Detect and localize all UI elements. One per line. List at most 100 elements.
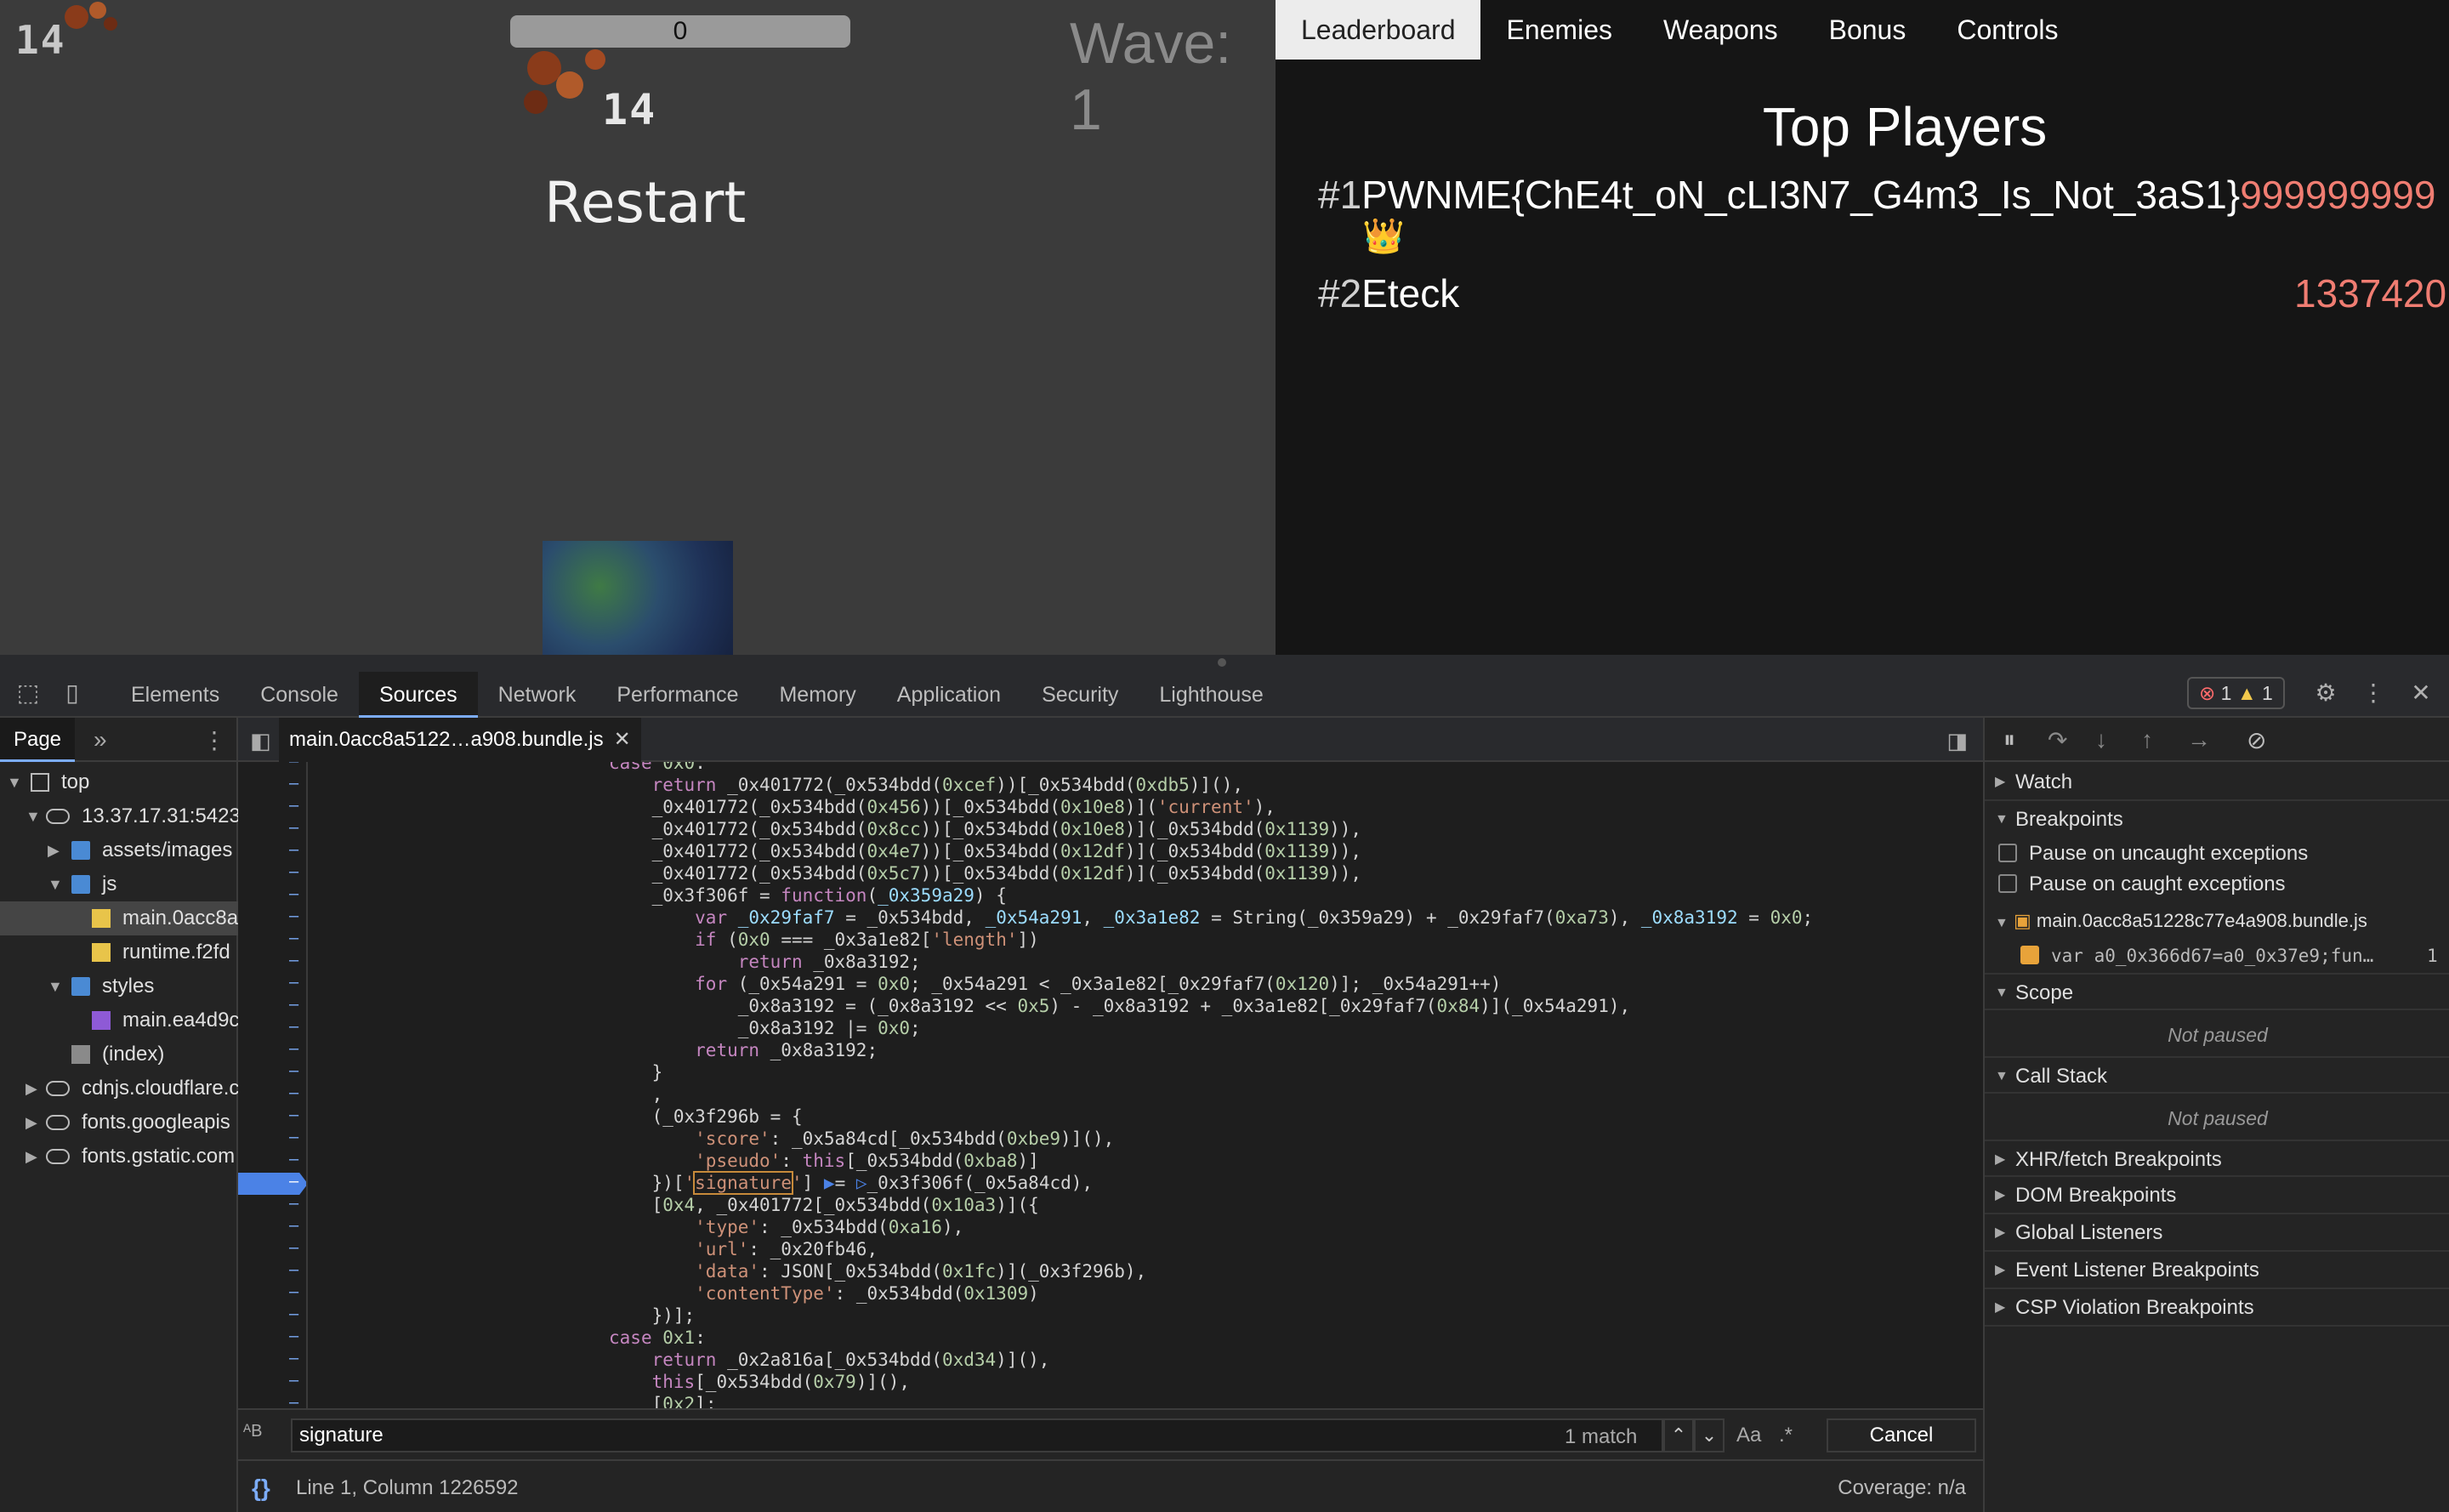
line-marker[interactable]: –	[289, 1017, 298, 1037]
step-over-icon[interactable]: ↷	[2048, 726, 2067, 754]
issues-badge[interactable]: ⊗ 1 ▲ 1	[2187, 677, 2285, 709]
line-marker[interactable]: –	[289, 818, 298, 838]
tree-item-top[interactable]: ▼ top	[0, 765, 238, 799]
tree-item-runtime-js[interactable]: runtime.f2fd	[0, 935, 238, 969]
kebab-menu-icon[interactable]: ⋮	[2361, 680, 2386, 706]
tab-controls[interactable]: Controls	[1931, 0, 2083, 60]
replace-toggle-icon[interactable]: ᴬB	[243, 1422, 262, 1441]
event-listener-breakpoints-section[interactable]: ▶ Event Listener Breakpoints	[1985, 1252, 2449, 1289]
close-icon[interactable]: ✕	[2408, 680, 2434, 706]
tree-item-host[interactable]: ▼ 13.37.17.31:5423	[0, 799, 238, 833]
line-marker[interactable]: –	[289, 1349, 298, 1368]
search-input[interactable]	[291, 1418, 1663, 1452]
line-marker[interactable]: –	[289, 1083, 298, 1103]
line-marker[interactable]: –	[289, 1172, 298, 1191]
line-marker[interactable]: –	[289, 995, 298, 1015]
resize-handle[interactable]	[1218, 658, 1226, 667]
step-icon[interactable]: →	[2187, 726, 2211, 753]
cancel-button[interactable]: Cancel	[1827, 1418, 1976, 1452]
line-marker[interactable]: –	[289, 840, 298, 860]
tab-security[interactable]: Security	[1021, 672, 1139, 718]
tree-item-gstatic[interactable]: ▶ fonts.gstatic.com	[0, 1140, 238, 1174]
line-marker[interactable]: –	[289, 762, 298, 771]
toggle-navigator-icon[interactable]: ◧	[250, 728, 271, 754]
step-out-icon[interactable]: ↑	[2141, 726, 2153, 753]
line-marker[interactable]: –	[289, 1061, 298, 1081]
tab-memory[interactable]: Memory	[759, 672, 876, 718]
tab-lighthouse[interactable]: Lighthouse	[1139, 672, 1283, 718]
tree-item-assets[interactable]: ▶ assets/images	[0, 833, 238, 867]
step-into-icon[interactable]: ↓	[2095, 726, 2107, 753]
pretty-print-icon[interactable]: {}	[252, 1475, 270, 1502]
line-marker[interactable]: –	[289, 1260, 298, 1280]
tree-item-main-js[interactable]: main.0acc8a	[0, 901, 238, 935]
line-marker[interactable]: –	[289, 1305, 298, 1324]
line-marker[interactable]: –	[289, 907, 298, 926]
more-tabs-icon[interactable]: »	[94, 726, 107, 753]
previous-match-icon[interactable]: ⌃	[1663, 1418, 1694, 1452]
line-marker[interactable]: –	[289, 774, 298, 793]
tab-elements[interactable]: Elements	[111, 672, 240, 718]
call-stack-section[interactable]: ▼ Call Stack	[1985, 1056, 2449, 1094]
line-marker[interactable]: –	[289, 1039, 298, 1059]
pause-caught-checkbox[interactable]: Pause on caught exceptions	[1998, 869, 2286, 900]
tree-item-styles[interactable]: ▼ styles	[0, 969, 238, 1003]
tab-performance[interactable]: Performance	[596, 672, 759, 718]
tree-item-googleapis[interactable]: ▶ fonts.googleapis	[0, 1106, 238, 1140]
regex-toggle[interactable]: .*	[1779, 1424, 1793, 1447]
breakpoint-file[interactable]: ▼ ▣ main.0acc8a51228c77e4a908.bundle.js	[1995, 910, 2367, 932]
tab-sources[interactable]: Sources	[358, 672, 478, 718]
line-marker[interactable]: –	[289, 951, 298, 970]
inspect-icon[interactable]: ⬚	[15, 680, 41, 706]
global-listeners-section[interactable]: ▶ Global Listeners	[1985, 1214, 2449, 1252]
device-toggle-icon[interactable]: ▯	[60, 680, 85, 706]
deactivate-breakpoints-icon[interactable]: ⊘	[2247, 726, 2266, 754]
code-content[interactable]: case 0x0: return _0x401772(_0x534bdd(0xc…	[308, 762, 1983, 1408]
line-marker[interactable]: –	[289, 1238, 298, 1258]
line-marker[interactable]: –	[289, 796, 298, 816]
pause-uncaught-checkbox[interactable]: Pause on uncaught exceptions	[1998, 838, 2308, 869]
dom-breakpoints-section[interactable]: ▶ DOM Breakpoints	[1985, 1177, 2449, 1214]
match-case-toggle[interactable]: Aa	[1736, 1424, 1761, 1447]
line-marker[interactable]: –	[289, 1371, 298, 1390]
next-match-icon[interactable]: ⌄	[1694, 1418, 1725, 1452]
xhr-breakpoints-section[interactable]: ▶ XHR/fetch Breakpoints	[1985, 1140, 2449, 1177]
game-canvas[interactable]: 14 0 Wave: 1 14 Restart	[0, 0, 1276, 655]
watch-section[interactable]: ▶ Watch	[1985, 764, 2449, 801]
line-marker[interactable]: –	[289, 973, 298, 992]
line-marker[interactable]: –	[289, 1106, 298, 1125]
tab-bonus[interactable]: Bonus	[1804, 0, 1932, 60]
tab-enemies[interactable]: Enemies	[1480, 0, 1638, 60]
tab-console[interactable]: Console	[240, 672, 359, 718]
breakpoint-checkbox[interactable]	[2020, 944, 2051, 968]
tree-item-cdnjs[interactable]: ▶ cdnjs.cloudflare.c	[0, 1071, 238, 1106]
pause-icon[interactable]: ⏸	[2003, 726, 2015, 754]
csp-violation-breakpoints-section[interactable]: ▶ CSP Violation Breakpoints	[1985, 1289, 2449, 1327]
line-marker[interactable]: –	[289, 1150, 298, 1169]
close-icon[interactable]: ✕	[614, 728, 631, 751]
tab-application[interactable]: Application	[877, 672, 1021, 718]
line-marker[interactable]: –	[289, 1194, 298, 1214]
tab-weapons[interactable]: Weapons	[1638, 0, 1804, 60]
line-marker[interactable]: –	[289, 884, 298, 904]
tab-page[interactable]: Page	[0, 718, 75, 762]
line-marker[interactable]: –	[289, 1393, 298, 1408]
restart-button[interactable]: Restart	[544, 170, 746, 236]
line-gutter[interactable]: ––––––––––––––––––––––––––––––	[238, 762, 308, 1408]
tree-item-main-css[interactable]: main.ea4d9c	[0, 1003, 238, 1037]
tab-network[interactable]: Network	[478, 672, 597, 718]
tab-leaderboard[interactable]: Leaderboard	[1276, 0, 1481, 60]
breakpoints-section[interactable]: ▼ Breakpoints	[1985, 801, 2449, 838]
line-marker[interactable]: –	[289, 1327, 298, 1346]
line-marker[interactable]: –	[289, 929, 298, 948]
line-marker[interactable]: –	[289, 1282, 298, 1302]
gear-icon[interactable]: ⚙	[2313, 680, 2338, 706]
tree-item-js[interactable]: ▼ js	[0, 867, 238, 901]
tree-item-index[interactable]: (index)	[0, 1037, 238, 1071]
scope-section[interactable]: ▼ Scope	[1985, 973, 2449, 1010]
toggle-debugger-icon[interactable]: ◨	[1946, 728, 1968, 754]
file-tab[interactable]: main.0acc8a5122…a908.bundle.js ✕	[279, 718, 641, 762]
line-marker[interactable]: –	[289, 1128, 298, 1147]
line-marker[interactable]: –	[289, 862, 298, 882]
kebab-menu-icon[interactable]: ⋮	[202, 726, 226, 754]
